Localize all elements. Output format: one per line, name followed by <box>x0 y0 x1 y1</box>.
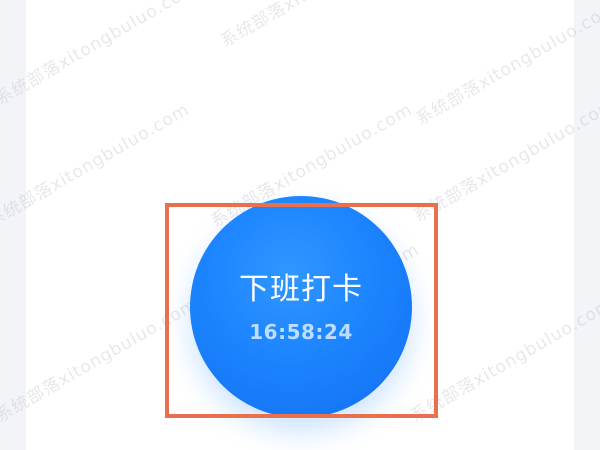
highlight-annotation-box <box>165 203 438 418</box>
app-screen: 系统部落xitongbuluo.com 系统部落xitongbuluo.com … <box>0 0 600 450</box>
